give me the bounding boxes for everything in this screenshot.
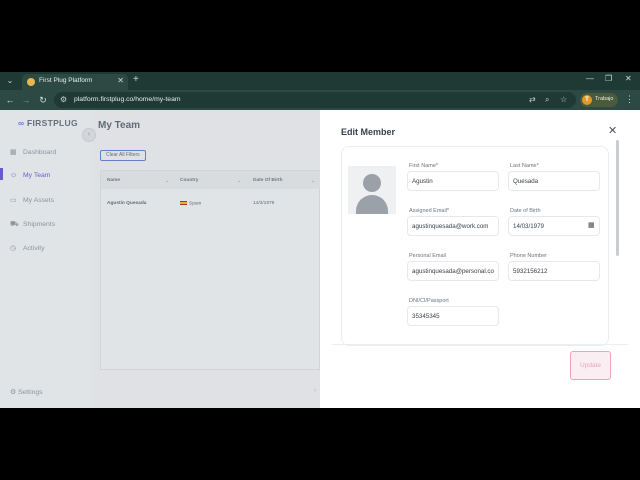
update-button[interactable]: Update (570, 351, 611, 380)
minimize-icon[interactable]: — (586, 74, 594, 83)
date-of-birth-label: Date of Birth (510, 208, 541, 214)
bookmark-star-icon[interactable]: ☆ (560, 95, 567, 104)
address-bar[interactable]: ⚙ platform.firstplug.co/home/my-team ⇄ ⌕… (54, 92, 576, 108)
reload-icon[interactable]: ↻ (37, 94, 49, 106)
maximize-icon[interactable]: ❐ (605, 74, 612, 83)
avatar-body (356, 195, 388, 214)
phone-number-field[interactable] (508, 261, 600, 281)
dni-label: DNI/CI/Passport (409, 298, 449, 304)
browser-tab[interactable]: First Plug Platform ✕ (22, 74, 128, 90)
window-close-icon[interactable]: ✕ (625, 74, 632, 83)
modal-backdrop[interactable] (0, 110, 320, 408)
phone-number-label: Phone Number (510, 253, 547, 259)
forward-icon[interactable]: → (20, 94, 32, 106)
calendar-icon[interactable]: ▦ (588, 221, 595, 229)
screen-frame: ⌄ First Plug Platform ✕ + — ❐ ✕ ← → ↻ ⚙ … (0, 72, 640, 408)
assigned-email-field[interactable] (407, 216, 499, 236)
personal-email-label: Personal Email (409, 253, 446, 259)
close-icon[interactable]: ✕ (608, 124, 617, 137)
browser-toolbar: ← → ↻ ⚙ platform.firstplug.co/home/my-te… (0, 90, 640, 110)
translate-icon[interactable]: ⇄ (529, 95, 536, 104)
first-name-label: First Name* (409, 163, 439, 169)
assigned-email-label: Assigned Email* (409, 208, 450, 214)
back-icon[interactable]: ← (4, 94, 16, 106)
first-name-field[interactable] (407, 171, 499, 191)
tab-search-icon[interactable]: ⌄ (4, 75, 16, 87)
zoom-icon[interactable]: ⌕ (545, 95, 549, 105)
profile-label: Trabajo (595, 96, 614, 102)
date-of-birth-field[interactable] (508, 216, 600, 236)
avatar-head (363, 174, 381, 192)
profile-button[interactable]: T Trabajo (580, 93, 618, 107)
panel-title: Edit Member (341, 127, 396, 137)
dni-field[interactable] (407, 306, 499, 326)
personal-email-field[interactable] (407, 261, 499, 281)
favicon-icon (27, 78, 35, 86)
browser-tab-bar: ⌄ First Plug Platform ✕ + — ❐ ✕ (0, 72, 640, 90)
panel-scrollbar[interactable] (616, 140, 619, 256)
tab-close-icon[interactable]: ✕ (117, 76, 124, 85)
last-name-field[interactable] (508, 171, 600, 191)
profile-avatar: T (582, 95, 592, 105)
site-info-icon[interactable]: ⚙ (60, 95, 67, 104)
browser-menu-icon[interactable]: ⋮ (625, 94, 634, 105)
avatar[interactable] (348, 166, 396, 214)
url-text: platform.firstplug.co/home/my-team (74, 96, 181, 103)
edit-member-panel: Edit Member ✕ First Name* Last Name* Ass… (320, 110, 640, 408)
panel-footer-divider (332, 344, 628, 345)
last-name-label: Last Name* (510, 163, 539, 169)
new-tab-icon[interactable]: + (133, 74, 139, 85)
app-viewport: ∞ FIRSTPLUG ▦ Dashboard ☺ My Team ▭ My Asse… (0, 110, 640, 408)
tab-title: First Plug Platform (39, 77, 93, 84)
